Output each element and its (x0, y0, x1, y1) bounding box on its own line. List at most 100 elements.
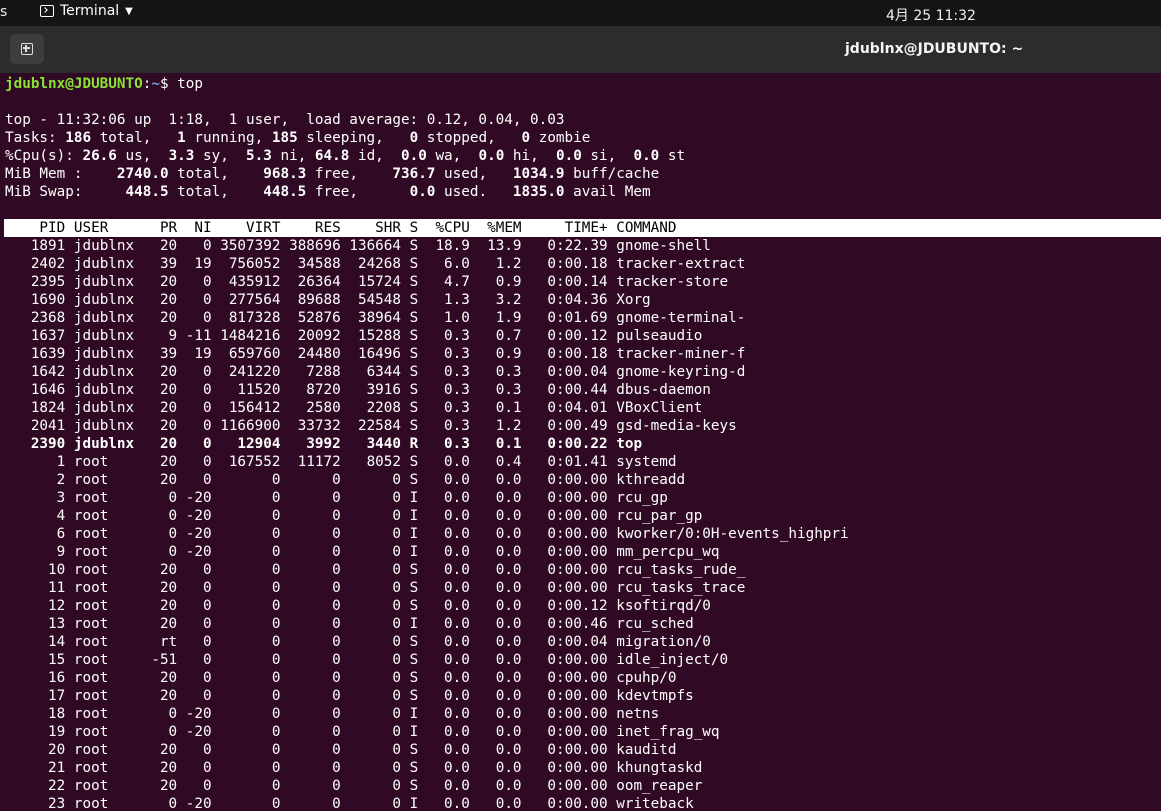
process-cell-shr: 0 (340, 760, 402, 776)
process-cell-cpu: 0.0 (418, 472, 470, 488)
process-cell-mem: 0.0 (469, 616, 522, 632)
terminal-icon (40, 5, 54, 17)
process-cell-time: 0:00.00 (521, 724, 608, 740)
process-cell-pid: 1824 (5, 400, 66, 416)
process-cell-pid: 17 (5, 688, 66, 704)
process-cell-mem: 0.0 (469, 760, 522, 776)
process-cell-res: 0 (280, 760, 341, 776)
process-cell-pid: 3 (5, 490, 66, 506)
process-cell-shr: 15288 (340, 328, 402, 344)
process-cell-virt: 756052 (211, 256, 281, 272)
process-cell-ni: 0 (177, 634, 212, 650)
process-cell-mem: 0.0 (469, 652, 522, 668)
column-header-user[interactable]: USER (65, 220, 142, 236)
process-cell-virt: 11520 (211, 382, 281, 398)
process-cell-res: 0 (280, 598, 341, 614)
clock[interactable]: 4月 25 11:32 (886, 5, 976, 25)
process-cell-user: root (65, 760, 143, 776)
column-header-command[interactable]: COMMAND (608, 220, 676, 236)
process-cell-ni: 19 (177, 256, 212, 272)
process-cell-virt: 659760 (211, 346, 281, 362)
process-cell-cpu: 0.3 (418, 328, 470, 344)
process-cell-cmd: tracker-extract (607, 256, 746, 272)
cpu-us: 26.6 (82, 148, 117, 164)
process-cell-ni: 0 (177, 580, 212, 596)
process-cell-time: 0:00.00 (521, 688, 608, 704)
process-cell-cpu: 0.0 (418, 724, 470, 740)
process-cell-pr: 20 (142, 310, 178, 326)
process-cell-time: 0:00.44 (521, 382, 608, 398)
process-cell-cpu: 4.7 (418, 274, 470, 290)
column-header-res[interactable]: RES (280, 220, 341, 236)
terminal-output[interactable]: jdublnx@JDUBUNTO:~$ top top - 11:32:06 u… (0, 73, 1161, 811)
process-cell-pid: 15 (5, 652, 66, 668)
app-menu-terminal[interactable]: Terminal ▼ (40, 3, 133, 19)
process-cell-cmd: rcu_gp (607, 490, 668, 506)
column-header-pid[interactable]: PID (5, 220, 65, 236)
process-cell-res: 0 (280, 508, 341, 524)
process-cell-shr: 6344 (340, 364, 402, 380)
column-header-mem[interactable]: %MEM (470, 220, 521, 236)
process-cell-cpu: 0.0 (418, 562, 470, 578)
process-cell-ni: 0 (177, 400, 212, 416)
column-header-shr[interactable]: SHR (341, 220, 401, 236)
process-cell-time: 0:00.00 (521, 778, 608, 794)
process-cell-s: S (401, 688, 419, 704)
process-cell-time: 0:00.00 (521, 562, 608, 578)
process-cell-pr: 0 (142, 706, 178, 722)
column-header-pr[interactable]: PR (143, 220, 177, 236)
process-cell-shr: 0 (340, 544, 402, 560)
process-cell-res: 11172 (280, 454, 341, 470)
process-cell-res: 2580 (280, 400, 341, 416)
process-cell-pid: 1642 (5, 364, 66, 380)
process-cell-mem: 0.3 (469, 364, 522, 380)
process-cell-virt: 3507392 (211, 238, 281, 254)
process-cell-user: root (65, 670, 143, 686)
column-header-virt[interactable]: VIRT (212, 220, 280, 236)
process-cell-mem: 0.0 (469, 544, 522, 560)
column-header-s[interactable]: S (401, 220, 419, 236)
process-cell-ni: -20 (177, 706, 212, 722)
process-cell-pid: 18 (5, 706, 66, 722)
process-cell-cpu: 0.0 (418, 796, 470, 811)
process-cell-shr: 0 (340, 490, 402, 506)
process-row: 14 root rt 0 0 0 0 S 0.0 0.0 0:00.04 mig… (5, 633, 711, 651)
column-header-ni[interactable]: NI (177, 220, 211, 236)
process-cell-s: S (401, 310, 419, 326)
process-cell-s: I (401, 616, 419, 632)
process-cell-ni: 0 (177, 418, 212, 434)
process-cell-mem: 0.0 (469, 688, 522, 704)
process-cell-res: 0 (280, 544, 341, 560)
process-cell-time: 0:22.39 (521, 238, 608, 254)
process-cell-time: 0:00.00 (521, 472, 608, 488)
cpu-label: %Cpu(s): (5, 148, 83, 164)
process-cell-time: 0:00.00 (521, 652, 608, 668)
cpu-sy: 3.3 (168, 148, 195, 164)
process-cell-user: jdublnx (65, 274, 143, 290)
process-cell-mem: 13.9 (469, 238, 522, 254)
process-cell-cpu: 0.3 (418, 400, 470, 416)
activities-button[interactable]: s (0, 4, 7, 20)
process-cell-mem: 0.3 (469, 382, 522, 398)
process-cell-pid: 9 (5, 544, 66, 560)
process-cell-pr: 20 (142, 454, 178, 470)
process-row: 6 root 0 -20 0 0 0 I 0.0 0.0 0:00.00 kwo… (5, 525, 849, 543)
process-cell-shr: 0 (340, 634, 402, 650)
process-cell-mem: 0.7 (469, 328, 522, 344)
process-cell-virt: 0 (211, 490, 281, 506)
column-header-time[interactable]: TIME+ (522, 220, 608, 236)
process-cell-mem: 0.1 (469, 400, 522, 416)
process-cell-pid: 1891 (5, 238, 66, 254)
process-cell-cpu: 0.3 (418, 382, 470, 398)
process-row: 4 root 0 -20 0 0 0 I 0.0 0.0 0:00.00 rcu… (5, 507, 703, 525)
process-row: 2395 jdublnx 20 0 435912 26364 15724 S 4… (5, 273, 728, 291)
process-cell-shr: 0 (340, 580, 402, 596)
process-cell-user: root (65, 508, 143, 524)
process-cell-cpu: 0.0 (418, 706, 470, 722)
process-cell-user: root (65, 544, 143, 560)
new-tab-button[interactable] (10, 34, 44, 64)
column-header-cpu[interactable]: %CPU (418, 220, 469, 236)
process-cell-cmd: tracker-miner-f (607, 346, 746, 362)
process-row: 1639 jdublnx 39 19 659760 24480 16496 S … (5, 345, 746, 363)
process-row: 9 root 0 -20 0 0 0 I 0.0 0.0 0:00.00 mm_… (5, 543, 720, 561)
